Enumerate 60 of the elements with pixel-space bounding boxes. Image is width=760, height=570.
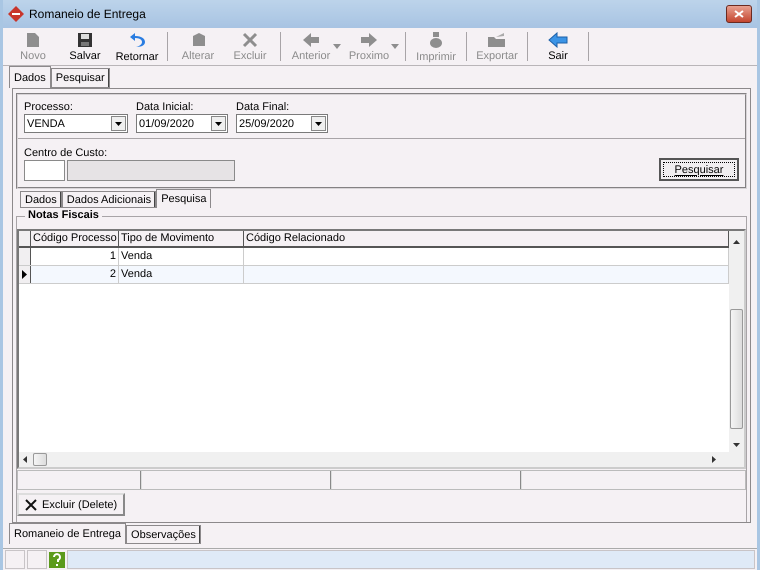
left-arrow-icon bbox=[548, 32, 568, 48]
table-cell: 2 bbox=[31, 266, 119, 283]
toolbar-button[interactable]: Retornar bbox=[111, 30, 163, 63]
dropdown-arrow-icon bbox=[315, 122, 322, 126]
process-dropdown[interactable]: VENDA bbox=[24, 114, 128, 133]
field-label: Processo: bbox=[24, 101, 74, 113]
tab[interactable]: Dados Adicionais bbox=[62, 191, 156, 208]
help-icon[interactable] bbox=[49, 552, 65, 568]
scroll-down-icon[interactable] bbox=[733, 443, 740, 447]
table-cell: Venda bbox=[119, 248, 244, 265]
scroll-right-icon[interactable] bbox=[712, 456, 716, 463]
vertical-scrollbar[interactable] bbox=[729, 231, 744, 452]
tab[interactable]: Dados bbox=[20, 191, 62, 208]
scroll-up-icon[interactable] bbox=[733, 240, 740, 244]
date-field[interactable]: 01/09/2020 bbox=[136, 114, 228, 133]
app-logo-icon bbox=[8, 6, 24, 22]
table-cell: 1 bbox=[31, 248, 119, 265]
field-label: Centro de Custo: bbox=[24, 147, 108, 159]
field-label: Data Final: bbox=[236, 101, 290, 113]
field-label: Data Inicial: bbox=[136, 101, 194, 113]
table-row[interactable]: 1 Venda bbox=[19, 248, 729, 266]
input-field[interactable] bbox=[24, 160, 65, 181]
tab[interactable]: Dados bbox=[9, 66, 51, 88]
undo-icon bbox=[129, 30, 145, 48]
status-panel bbox=[5, 550, 25, 569]
left-arrow-icon bbox=[302, 32, 320, 48]
column-header[interactable]: Código Processo bbox=[31, 231, 119, 246]
close-icon bbox=[734, 10, 744, 18]
page-icon bbox=[26, 32, 40, 48]
dropdown-arrow-icon bbox=[215, 122, 222, 126]
folder-icon bbox=[487, 32, 507, 48]
status-panel bbox=[27, 550, 47, 569]
tab[interactable]: Romaneio de Entrega bbox=[9, 523, 126, 544]
close-button[interactable] bbox=[726, 5, 752, 23]
close-icon bbox=[25, 498, 37, 510]
right-arrow-icon bbox=[360, 32, 378, 48]
row-indicator[interactable] bbox=[19, 266, 31, 283]
search-button[interactable]: Pesquisar bbox=[659, 158, 739, 181]
group-title: Notas Fiscais bbox=[25, 209, 102, 221]
column-header[interactable]: Tipo de Movimento bbox=[119, 231, 244, 246]
window-title: Romaneio de Entrega bbox=[29, 7, 147, 21]
table-row[interactable]: 2 Venda bbox=[19, 266, 729, 284]
tab[interactable]: Observações bbox=[126, 525, 201, 544]
scrollbar-thumb[interactable] bbox=[33, 453, 47, 466]
row-pointer-icon bbox=[22, 270, 27, 279]
row-indicator[interactable] bbox=[19, 248, 31, 265]
scrollbar-thumb[interactable] bbox=[730, 309, 743, 429]
printer-icon bbox=[429, 30, 443, 48]
toolbar-button[interactable]: Salvar bbox=[59, 30, 111, 63]
dropdown-arrow-icon bbox=[115, 122, 122, 126]
scroll-left-icon[interactable] bbox=[23, 456, 27, 463]
date-field[interactable]: 25/09/2020 bbox=[236, 114, 328, 133]
table-cell: Venda bbox=[119, 266, 244, 283]
delete-button[interactable]: Excluir (Delete) bbox=[17, 493, 126, 516]
tab[interactable]: Pesquisa bbox=[156, 189, 212, 208]
close-icon bbox=[242, 32, 258, 48]
column-header[interactable]: Código Relacionado bbox=[244, 231, 729, 246]
tab[interactable]: Pesquisar bbox=[50, 68, 110, 88]
horizontal-scrollbar[interactable] bbox=[19, 452, 744, 467]
toolbar-button[interactable]: Sair bbox=[532, 30, 584, 63]
